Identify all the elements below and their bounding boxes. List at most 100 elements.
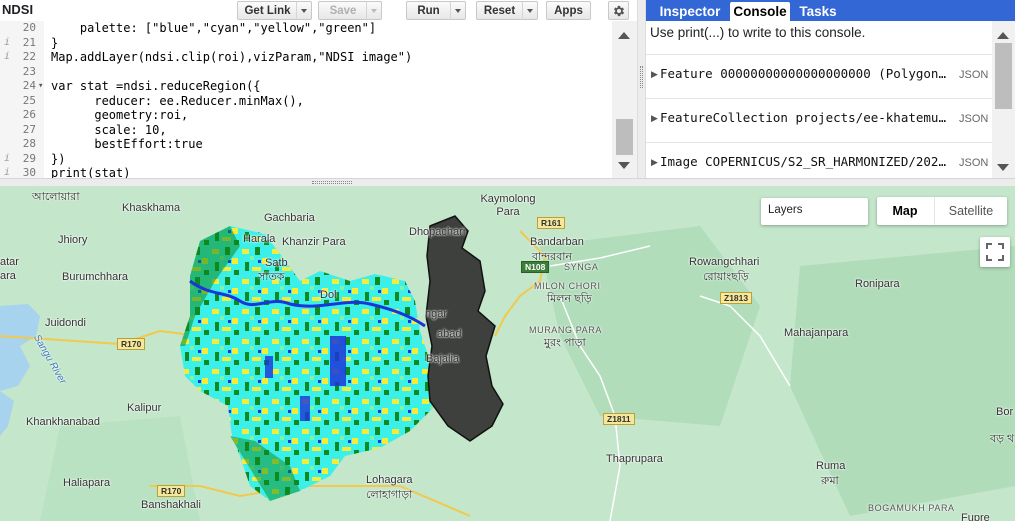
console-scrollbar[interactable] (992, 21, 1015, 178)
save-dropdown-icon[interactable] (366, 1, 382, 20)
map-type-map-button[interactable]: Map (877, 197, 933, 225)
road-shield: N108 (521, 261, 550, 273)
map-place-label: Dol (320, 289, 337, 301)
map-place-label: Mahajanpara (784, 327, 849, 339)
vertical-splitter[interactable] (637, 0, 646, 178)
code-text: geometry:roi, (51, 108, 189, 122)
gear-icon[interactable] (608, 1, 629, 20)
line-number: 28 (22, 137, 36, 150)
scroll-down-icon[interactable] (618, 162, 630, 169)
expand-triangle-icon[interactable]: ▶ (651, 69, 658, 80)
map-place-label: Bandarban (530, 236, 584, 248)
json-button[interactable]: JSON (959, 157, 988, 169)
line-number: 23 (22, 64, 36, 78)
console-entry-text: Feature 00000000000000000000 (Polygon, 0… (660, 66, 946, 81)
map-place-label: Rowangchhari (689, 256, 760, 268)
editor-scrollbar[interactable] (612, 21, 637, 178)
map-place-label: Juidondi (45, 317, 86, 329)
line-number: 26 (22, 108, 36, 121)
map-place-label: লোহাগাড়া (366, 489, 413, 501)
map-place-label: atar (0, 256, 19, 268)
map-place-label: রোয়াংছড়ি (703, 271, 749, 283)
layers-button[interactable]: Layers (761, 198, 868, 225)
save-button[interactable]: Save (318, 1, 368, 20)
reset-dropdown-icon[interactable] (522, 1, 538, 20)
json-button[interactable]: JSON (959, 69, 988, 81)
map-place-label: আলোয়ারা (32, 191, 80, 203)
code-line[interactable]: i 22 Map.addLayer(ndsi.clip(roi),vizParam,… (0, 50, 612, 65)
editor-toolbar: NDSI Get Link Save Run Reset Apps (0, 0, 637, 21)
map-place-label: ngar (425, 308, 448, 320)
map-place-label: BOGAMUKH PARA (868, 503, 955, 513)
map-place-label: Khanzir Para (282, 236, 346, 248)
line-number: 27 (22, 122, 36, 136)
map-place-label: সাতক (258, 271, 285, 283)
expand-triangle-icon[interactable]: ▶ (651, 113, 658, 124)
console-entry[interactable]: ▶ Feature 00000000000000000000 (Polygon,… (646, 54, 992, 98)
map-place-label: SYNGA (564, 262, 599, 272)
code-line[interactable]: i 21} (0, 36, 612, 51)
json-button[interactable]: JSON (959, 113, 988, 125)
map-place-label: Jhiory (58, 234, 88, 246)
road-shield: Z1813 (720, 292, 753, 304)
tab-console[interactable]: Console (730, 2, 790, 21)
run-button[interactable]: Run (406, 1, 451, 20)
map-place-label: Fupre (961, 512, 990, 521)
code-text: print(stat) (51, 166, 131, 178)
console-scroll-thumb[interactable] (995, 43, 1012, 109)
scroll-down-icon[interactable] (997, 164, 1009, 171)
code-text: var stat =ndsi.reduceRegion({ (51, 79, 261, 93)
tab-inspector[interactable]: Inspector (650, 2, 730, 21)
code-editor[interactable]: 20 palette: ["blue","cyan","yellow","gre… (0, 21, 637, 178)
line-number: 30 (22, 166, 36, 178)
code-line[interactable]: 23 (0, 65, 612, 80)
code-text: }) (51, 151, 66, 166)
console-entry-text: FeatureCollection projects/ee-khatemul/a… (660, 110, 946, 125)
code-text: Map.addLayer(ndsi.clip(roi),vizParam,"ND… (51, 50, 413, 64)
map-view[interactable]: আলোয়ারা Khaskhama Gachbaria Harala Khan… (0, 186, 1015, 521)
apps-button[interactable]: Apps (546, 1, 591, 20)
road-shield: R170 (157, 485, 186, 497)
map-place-label: Dhopachari (409, 226, 466, 238)
get-link-dropdown-icon[interactable] (296, 1, 312, 20)
map-type-control: Map Satellite (877, 197, 1007, 225)
editor-scroll-thumb[interactable] (616, 119, 633, 155)
reset-button[interactable]: Reset (476, 1, 523, 20)
map-type-satellite-button[interactable]: Satellite (934, 197, 1007, 225)
map-canvas[interactable] (0, 186, 1015, 521)
console-output: Use print(...) to write to this console.… (646, 21, 992, 178)
map-place-label: মিলন ছড়ি (547, 293, 592, 305)
horizontal-splitter[interactable] (0, 178, 1015, 186)
code-line[interactable]: 26 geometry:roi, (0, 108, 612, 123)
map-place-label: Banshakhali (141, 499, 201, 511)
code-line[interactable]: 20 palette: ["blue","cyan","yellow","gre… (0, 21, 612, 36)
code-text: } (51, 35, 59, 50)
map-place-label: Kalipur (127, 402, 162, 414)
code-line[interactable]: i 30 print(stat) (0, 166, 612, 178)
run-dropdown-icon[interactable] (450, 1, 466, 20)
map-place-label: Bor Thali P (996, 406, 1015, 418)
scroll-up-icon[interactable] (618, 32, 630, 39)
line-number: 21 (22, 35, 36, 49)
console-entry[interactable]: ▶ Image COPERNICUS/S2_SR_HARMONIZED/2023… (646, 142, 992, 178)
console-entry[interactable]: ▶ FeatureCollection projects/ee-khatemul… (646, 98, 992, 142)
line-number: 25 (22, 93, 36, 107)
fold-toggle-icon[interactable]: ▾ (38, 79, 43, 94)
map-place-label: Bajalia (426, 353, 460, 365)
map-place-label: Khaskhama (122, 202, 181, 214)
code-text: reducer: ee.Reducer.minMax(), (51, 93, 304, 108)
map-place-label: Lohagara (366, 474, 413, 486)
code-line[interactable]: 27 scale: 10, (0, 123, 612, 138)
road-shield: R170 (117, 338, 146, 350)
map-place-label: Thaprupara (606, 453, 663, 465)
expand-triangle-icon[interactable]: ▶ (651, 157, 658, 168)
map-place-label: Kaymolong Para (480, 193, 536, 218)
code-line[interactable]: i 29}) (0, 152, 612, 167)
fullscreen-icon[interactable] (980, 237, 1010, 267)
get-link-button[interactable]: Get Link (237, 1, 298, 20)
code-line[interactable]: 25 reducer: ee.Reducer.minMax(), (0, 94, 612, 109)
tab-tasks[interactable]: Tasks (792, 2, 844, 21)
code-line[interactable]: 28 bestEffort:true (0, 137, 612, 152)
code-line[interactable]: 24 ▾ var stat =ndsi.reduceRegion({ (0, 79, 612, 94)
scroll-up-icon[interactable] (997, 32, 1009, 39)
